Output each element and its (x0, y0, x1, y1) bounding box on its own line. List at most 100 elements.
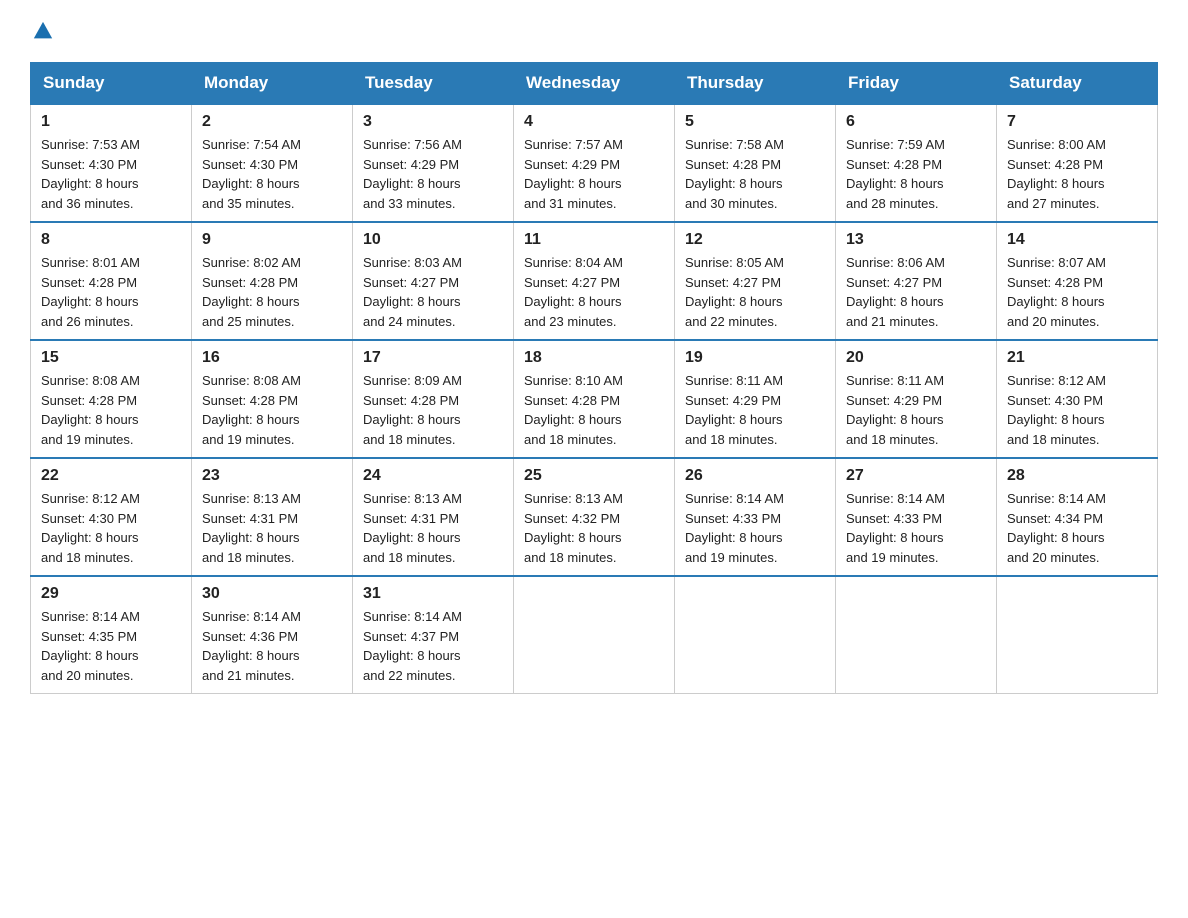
calendar-week-row: 22 Sunrise: 8:12 AM Sunset: 4:30 PM Dayl… (31, 458, 1158, 576)
day-number: 27 (846, 467, 986, 485)
day-number: 29 (41, 585, 181, 603)
day-of-week-header: Monday (192, 63, 353, 105)
day-info: Sunrise: 8:07 AM Sunset: 4:28 PM Dayligh… (1007, 253, 1147, 331)
day-info: Sunrise: 8:12 AM Sunset: 4:30 PM Dayligh… (41, 489, 181, 567)
calendar-week-row: 1 Sunrise: 7:53 AM Sunset: 4:30 PM Dayli… (31, 104, 1158, 222)
day-number: 16 (202, 349, 342, 367)
calendar-day-cell (675, 576, 836, 694)
day-info: Sunrise: 7:58 AM Sunset: 4:28 PM Dayligh… (685, 135, 825, 213)
day-info: Sunrise: 8:06 AM Sunset: 4:27 PM Dayligh… (846, 253, 986, 331)
day-number: 9 (202, 231, 342, 249)
calendar-day-cell: 12 Sunrise: 8:05 AM Sunset: 4:27 PM Dayl… (675, 222, 836, 340)
day-info: Sunrise: 8:11 AM Sunset: 4:29 PM Dayligh… (846, 371, 986, 449)
page-header (30, 20, 1158, 42)
calendar-day-cell: 8 Sunrise: 8:01 AM Sunset: 4:28 PM Dayli… (31, 222, 192, 340)
day-info: Sunrise: 7:56 AM Sunset: 4:29 PM Dayligh… (363, 135, 503, 213)
day-number: 13 (846, 231, 986, 249)
day-info: Sunrise: 8:05 AM Sunset: 4:27 PM Dayligh… (685, 253, 825, 331)
calendar-day-cell: 30 Sunrise: 8:14 AM Sunset: 4:36 PM Dayl… (192, 576, 353, 694)
calendar-day-cell (997, 576, 1158, 694)
calendar-day-cell: 28 Sunrise: 8:14 AM Sunset: 4:34 PM Dayl… (997, 458, 1158, 576)
day-number: 6 (846, 113, 986, 131)
calendar-day-cell: 31 Sunrise: 8:14 AM Sunset: 4:37 PM Dayl… (353, 576, 514, 694)
day-info: Sunrise: 8:13 AM Sunset: 4:31 PM Dayligh… (363, 489, 503, 567)
calendar-day-cell: 9 Sunrise: 8:02 AM Sunset: 4:28 PM Dayli… (192, 222, 353, 340)
day-number: 30 (202, 585, 342, 603)
logo (30, 20, 54, 42)
day-number: 8 (41, 231, 181, 249)
day-number: 31 (363, 585, 503, 603)
calendar-day-cell: 6 Sunrise: 7:59 AM Sunset: 4:28 PM Dayli… (836, 104, 997, 222)
day-number: 21 (1007, 349, 1147, 367)
day-info: Sunrise: 7:54 AM Sunset: 4:30 PM Dayligh… (202, 135, 342, 213)
day-info: Sunrise: 8:00 AM Sunset: 4:28 PM Dayligh… (1007, 135, 1147, 213)
calendar-day-cell: 22 Sunrise: 8:12 AM Sunset: 4:30 PM Dayl… (31, 458, 192, 576)
day-number: 5 (685, 113, 825, 131)
day-number: 14 (1007, 231, 1147, 249)
day-number: 2 (202, 113, 342, 131)
calendar-day-cell: 25 Sunrise: 8:13 AM Sunset: 4:32 PM Dayl… (514, 458, 675, 576)
day-info: Sunrise: 8:14 AM Sunset: 4:36 PM Dayligh… (202, 607, 342, 685)
calendar-day-cell: 15 Sunrise: 8:08 AM Sunset: 4:28 PM Dayl… (31, 340, 192, 458)
calendar-day-cell: 21 Sunrise: 8:12 AM Sunset: 4:30 PM Dayl… (997, 340, 1158, 458)
calendar-day-cell: 16 Sunrise: 8:08 AM Sunset: 4:28 PM Dayl… (192, 340, 353, 458)
day-number: 20 (846, 349, 986, 367)
day-number: 24 (363, 467, 503, 485)
day-number: 4 (524, 113, 664, 131)
calendar-day-cell: 24 Sunrise: 8:13 AM Sunset: 4:31 PM Dayl… (353, 458, 514, 576)
day-number: 1 (41, 113, 181, 131)
calendar-day-cell: 1 Sunrise: 7:53 AM Sunset: 4:30 PM Dayli… (31, 104, 192, 222)
calendar-week-row: 15 Sunrise: 8:08 AM Sunset: 4:28 PM Dayl… (31, 340, 1158, 458)
day-info: Sunrise: 7:59 AM Sunset: 4:28 PM Dayligh… (846, 135, 986, 213)
calendar-day-cell: 19 Sunrise: 8:11 AM Sunset: 4:29 PM Dayl… (675, 340, 836, 458)
calendar-day-cell: 27 Sunrise: 8:14 AM Sunset: 4:33 PM Dayl… (836, 458, 997, 576)
calendar-day-cell: 17 Sunrise: 8:09 AM Sunset: 4:28 PM Dayl… (353, 340, 514, 458)
day-info: Sunrise: 8:04 AM Sunset: 4:27 PM Dayligh… (524, 253, 664, 331)
day-number: 3 (363, 113, 503, 131)
day-info: Sunrise: 8:08 AM Sunset: 4:28 PM Dayligh… (202, 371, 342, 449)
calendar-day-cell: 11 Sunrise: 8:04 AM Sunset: 4:27 PM Dayl… (514, 222, 675, 340)
calendar-day-cell: 14 Sunrise: 8:07 AM Sunset: 4:28 PM Dayl… (997, 222, 1158, 340)
calendar-day-cell: 26 Sunrise: 8:14 AM Sunset: 4:33 PM Dayl… (675, 458, 836, 576)
calendar-day-cell: 2 Sunrise: 7:54 AM Sunset: 4:30 PM Dayli… (192, 104, 353, 222)
day-number: 17 (363, 349, 503, 367)
day-number: 25 (524, 467, 664, 485)
day-info: Sunrise: 8:11 AM Sunset: 4:29 PM Dayligh… (685, 371, 825, 449)
calendar-day-cell: 7 Sunrise: 8:00 AM Sunset: 4:28 PM Dayli… (997, 104, 1158, 222)
calendar-day-cell: 4 Sunrise: 7:57 AM Sunset: 4:29 PM Dayli… (514, 104, 675, 222)
day-info: Sunrise: 8:09 AM Sunset: 4:28 PM Dayligh… (363, 371, 503, 449)
day-info: Sunrise: 7:57 AM Sunset: 4:29 PM Dayligh… (524, 135, 664, 213)
day-number: 22 (41, 467, 181, 485)
day-of-week-header: Tuesday (353, 63, 514, 105)
day-info: Sunrise: 8:08 AM Sunset: 4:28 PM Dayligh… (41, 371, 181, 449)
day-info: Sunrise: 8:14 AM Sunset: 4:35 PM Dayligh… (41, 607, 181, 685)
day-of-week-header: Friday (836, 63, 997, 105)
calendar-day-cell: 29 Sunrise: 8:14 AM Sunset: 4:35 PM Dayl… (31, 576, 192, 694)
day-info: Sunrise: 8:02 AM Sunset: 4:28 PM Dayligh… (202, 253, 342, 331)
day-number: 28 (1007, 467, 1147, 485)
day-number: 19 (685, 349, 825, 367)
calendar-day-cell (514, 576, 675, 694)
calendar-day-cell: 5 Sunrise: 7:58 AM Sunset: 4:28 PM Dayli… (675, 104, 836, 222)
calendar-day-cell: 23 Sunrise: 8:13 AM Sunset: 4:31 PM Dayl… (192, 458, 353, 576)
day-number: 12 (685, 231, 825, 249)
day-info: Sunrise: 8:10 AM Sunset: 4:28 PM Dayligh… (524, 371, 664, 449)
day-info: Sunrise: 8:14 AM Sunset: 4:37 PM Dayligh… (363, 607, 503, 685)
day-number: 26 (685, 467, 825, 485)
calendar-week-row: 29 Sunrise: 8:14 AM Sunset: 4:35 PM Dayl… (31, 576, 1158, 694)
day-of-week-header: Sunday (31, 63, 192, 105)
calendar-day-cell: 10 Sunrise: 8:03 AM Sunset: 4:27 PM Dayl… (353, 222, 514, 340)
day-info: Sunrise: 8:13 AM Sunset: 4:32 PM Dayligh… (524, 489, 664, 567)
day-number: 10 (363, 231, 503, 249)
calendar-day-cell: 3 Sunrise: 7:56 AM Sunset: 4:29 PM Dayli… (353, 104, 514, 222)
calendar-day-cell: 20 Sunrise: 8:11 AM Sunset: 4:29 PM Dayl… (836, 340, 997, 458)
calendar-table: SundayMondayTuesdayWednesdayThursdayFrid… (30, 62, 1158, 694)
day-info: Sunrise: 8:01 AM Sunset: 4:28 PM Dayligh… (41, 253, 181, 331)
day-number: 15 (41, 349, 181, 367)
day-of-week-header: Wednesday (514, 63, 675, 105)
day-number: 23 (202, 467, 342, 485)
day-info: Sunrise: 8:03 AM Sunset: 4:27 PM Dayligh… (363, 253, 503, 331)
day-number: 7 (1007, 113, 1147, 131)
day-info: Sunrise: 8:14 AM Sunset: 4:33 PM Dayligh… (685, 489, 825, 567)
calendar-week-row: 8 Sunrise: 8:01 AM Sunset: 4:28 PM Dayli… (31, 222, 1158, 340)
